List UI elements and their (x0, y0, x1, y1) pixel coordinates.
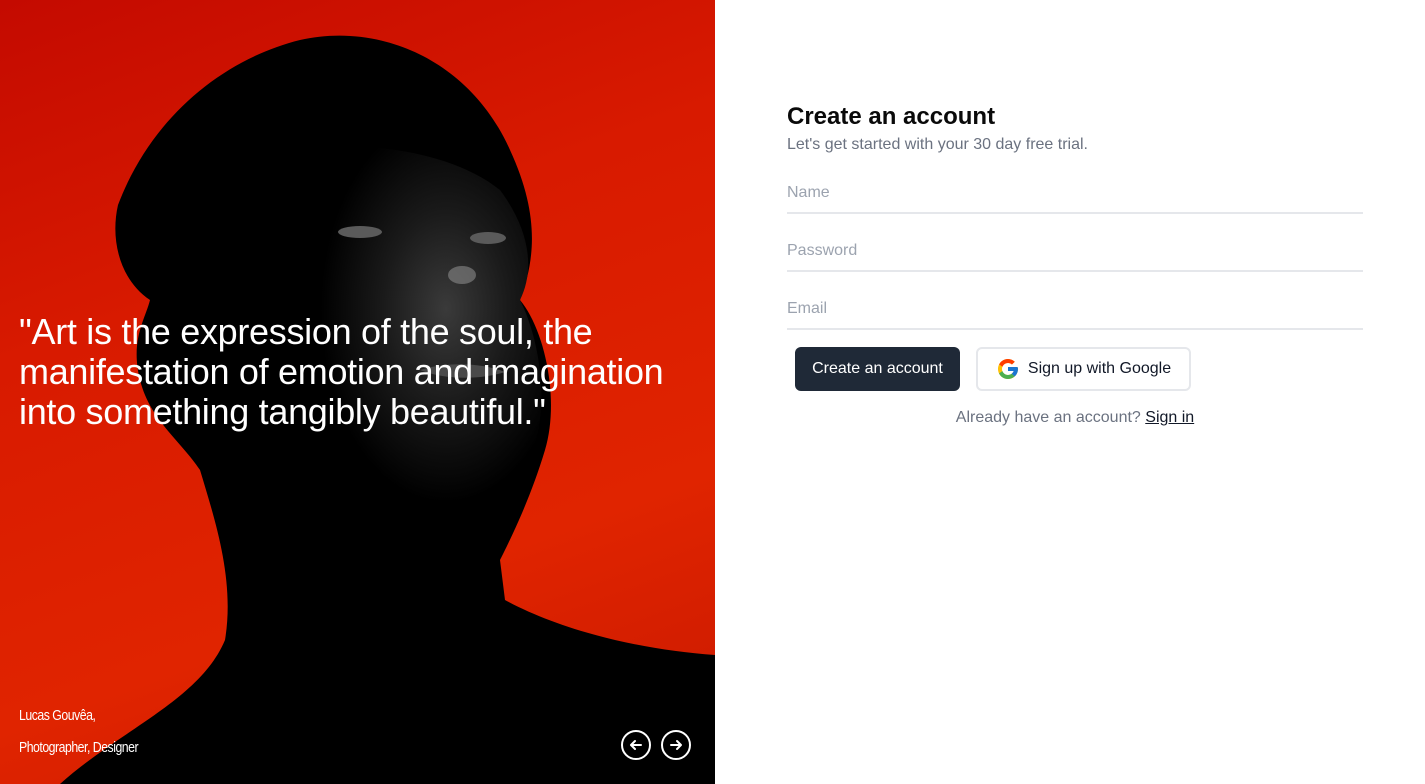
google-logo-icon (997, 359, 1018, 379)
author-name: Lucas Gouvêa, (19, 707, 96, 724)
hero-quote: "Art is the expression of the soul, the … (19, 311, 664, 432)
author-role: Photographer, Designer (19, 739, 139, 756)
arrow-left-icon (630, 740, 642, 750)
arrow-right-icon (670, 740, 682, 750)
email-field[interactable] (787, 290, 1363, 330)
signin-link[interactable]: Sign in (1145, 409, 1194, 426)
signin-row: Already have an account? Sign in (787, 409, 1363, 427)
next-slide-button[interactable] (661, 730, 691, 760)
password-field[interactable] (787, 232, 1363, 272)
previous-slide-button[interactable] (621, 730, 651, 760)
name-field[interactable] (787, 174, 1363, 214)
google-button-label: Sign up with Google (1027, 360, 1172, 377)
hero-panel: "Art is the expression of the soul, the … (0, 0, 715, 784)
google-signup-button[interactable]: Sign up with Google (976, 347, 1191, 391)
page-subtitle: Let's get started with your 30 day free … (787, 136, 1088, 153)
signup-panel: Create an account Let's get started with… (715, 0, 1425, 784)
create-account-button[interactable]: Create an account (795, 347, 960, 391)
page-title: Create an account (787, 103, 996, 130)
signin-prompt: Already have an account? (955, 409, 1141, 426)
